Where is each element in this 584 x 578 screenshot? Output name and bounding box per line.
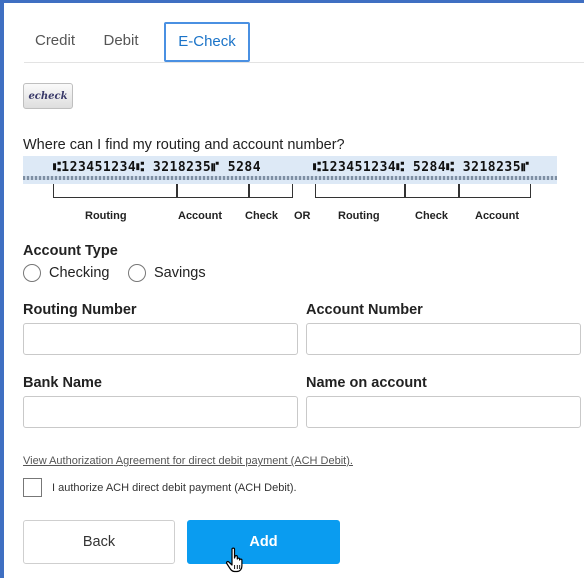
- echeck-logo-text: echeck: [28, 90, 68, 102]
- radio-checking[interactable]: [23, 264, 41, 282]
- label-account: Account: [178, 210, 222, 222]
- check-micr-diagram: ⑆123451234⑆ 3218235⑈ 5284 ⑆123451234⑆ 52…: [23, 156, 557, 184]
- routing-number-input[interactable]: [23, 323, 298, 355]
- name-on-account-input[interactable]: [306, 396, 581, 428]
- micr-line-right: ⑆123451234⑆ 5284⑆ 3218235⑈: [313, 160, 530, 175]
- window-frame-top: [0, 0, 584, 3]
- account-number-input[interactable]: [306, 323, 581, 355]
- account-type-label: Account Type: [23, 243, 118, 259]
- bracket-routing-left: [53, 184, 177, 198]
- ach-authorization-checkbox[interactable]: [23, 478, 42, 497]
- routing-help-question: Where can I find my routing and account …: [23, 137, 345, 153]
- bank-name-label: Bank Name: [23, 375, 102, 391]
- name-on-account-label: Name on account: [306, 375, 427, 391]
- bank-name-input[interactable]: [23, 396, 298, 428]
- radio-checking-label[interactable]: Checking: [49, 265, 109, 281]
- radio-savings[interactable]: [128, 264, 146, 282]
- bracket-account-left: [177, 184, 249, 198]
- add-button[interactable]: Add: [187, 520, 340, 564]
- micr-line-left: ⑆123451234⑆ 3218235⑈ 5284: [53, 160, 262, 175]
- authorization-agreement-link[interactable]: View Authorization Agreement for direct …: [23, 455, 353, 467]
- label-account-2: Account: [475, 210, 519, 222]
- label-routing: Routing: [85, 210, 127, 222]
- bracket-check-left: [249, 184, 293, 198]
- check-strip-pattern: [23, 176, 557, 180]
- bracket-check-right: [405, 184, 459, 198]
- payment-tabs: Credit Debit E-Check: [24, 22, 584, 62]
- account-number-label: Account Number: [306, 302, 423, 318]
- label-routing-2: Routing: [338, 210, 380, 222]
- radio-savings-label[interactable]: Savings: [154, 265, 206, 281]
- back-button[interactable]: Back: [23, 520, 175, 564]
- label-check: Check: [245, 210, 279, 222]
- micr-label-brackets: Routing Account Check OR Routing Check A…: [23, 184, 557, 224]
- tab-debit[interactable]: Debit: [88, 22, 154, 60]
- routing-number-label: Routing Number: [23, 302, 137, 318]
- ach-authorization-label[interactable]: I authorize ACH direct debit payment (AC…: [52, 482, 297, 494]
- tab-echeck[interactable]: E-Check: [164, 22, 250, 62]
- window-frame-left: [0, 0, 4, 578]
- bracket-routing-right: [315, 184, 405, 198]
- echeck-logo: echeck: [23, 83, 73, 109]
- hand-pointer-cursor-icon: [226, 547, 243, 573]
- bracket-account-right: [459, 184, 531, 198]
- tab-credit[interactable]: Credit: [24, 22, 86, 60]
- tabs-divider: [24, 62, 584, 63]
- label-or: OR: [294, 210, 311, 222]
- label-check-2: Check: [415, 210, 449, 222]
